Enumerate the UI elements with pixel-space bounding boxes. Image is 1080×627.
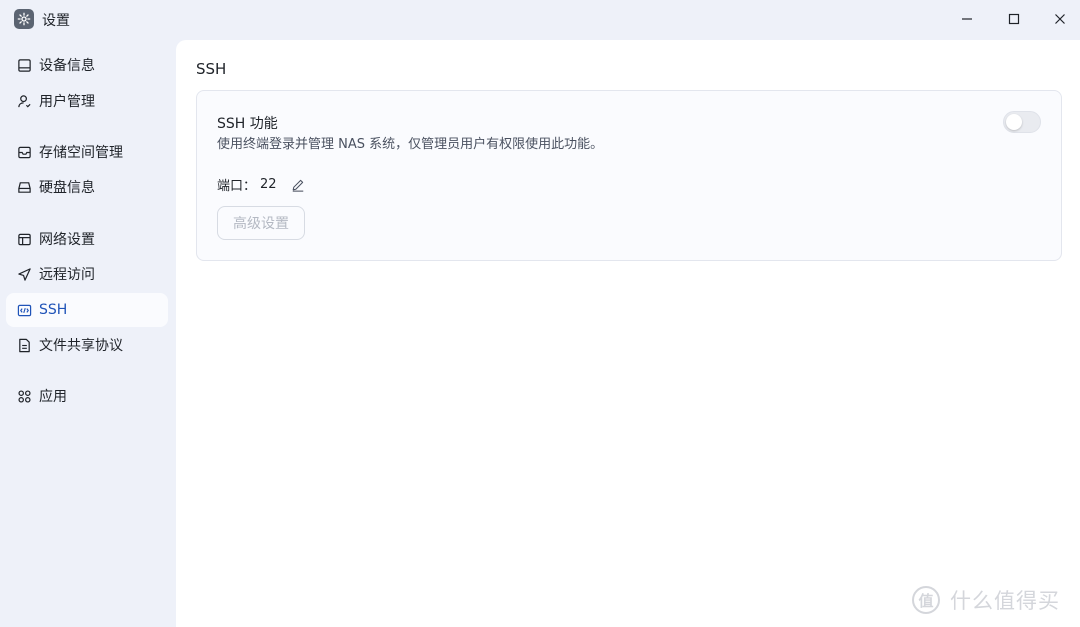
sidebar-item-disk-info[interactable]: 硬盘信息 xyxy=(6,170,168,204)
sidebar-item-file-sharing[interactable]: 文件共享协议 xyxy=(6,328,168,362)
send-icon xyxy=(16,266,32,282)
sidebar-item-label: 硬盘信息 xyxy=(39,180,95,196)
page-title: SSH xyxy=(196,60,227,78)
disk-icon xyxy=(16,179,32,195)
watermark-logo: 值 xyxy=(912,586,940,614)
sidebar-item-storage[interactable]: 存储空间管理 xyxy=(6,135,168,169)
port-label: 端口： xyxy=(217,179,257,194)
sidebar-item-label: 文件共享协议 xyxy=(39,338,123,354)
sidebar-item-device-info[interactable]: 设备信息 xyxy=(6,48,168,82)
ssh-feature-description: 使用终端登录并管理 NAS 系统，仅管理员用户有权限使用此功能。 xyxy=(217,137,604,152)
sidebar-item-ssh[interactable]: SSH xyxy=(6,293,168,327)
ssh-feature-title: SSH 功能 xyxy=(217,116,278,132)
ssh-toggle[interactable] xyxy=(1003,111,1041,133)
gear-icon xyxy=(14,9,34,29)
user-icon xyxy=(16,93,32,109)
edit-icon[interactable] xyxy=(291,178,305,192)
code-icon xyxy=(16,302,32,318)
sidebar-item-label: 应用 xyxy=(39,389,67,405)
title-bar: 设置 xyxy=(0,0,1080,40)
toggle-knob xyxy=(1006,114,1022,130)
port-row: 端口： 22 xyxy=(217,175,305,194)
sidebar-item-user-management[interactable]: 用户管理 xyxy=(6,84,168,118)
main-panel: SSH SSH 功能 使用终端登录并管理 NAS 系统，仅管理员用户有权限使用此… xyxy=(176,40,1080,627)
sidebar-item-apps[interactable]: 应用 xyxy=(6,379,168,413)
maximize-icon xyxy=(1008,13,1020,25)
storage-icon xyxy=(16,144,32,160)
advanced-settings-button[interactable]: 高级设置 xyxy=(217,206,305,240)
file-icon xyxy=(16,337,32,353)
watermark-text: 什么值得买 xyxy=(950,589,1060,613)
apps-icon xyxy=(16,388,32,404)
sidebar-item-label: 网络设置 xyxy=(39,232,95,248)
sidebar-item-label: 用户管理 xyxy=(39,94,95,110)
ssh-settings-card: SSH 功能 使用终端登录并管理 NAS 系统，仅管理员用户有权限使用此功能。 … xyxy=(196,90,1062,261)
sidebar-item-label: 存储空间管理 xyxy=(39,145,123,161)
sidebar: 设备信息 用户管理 存储空间管理 硬盘信息 网络设置 远程访问 SSH 文件共享… xyxy=(0,40,176,627)
sidebar-item-network[interactable]: 网络设置 xyxy=(6,222,168,256)
close-icon xyxy=(1055,14,1065,24)
sidebar-item-label: 设备信息 xyxy=(39,58,95,74)
watermark: 值 什么值得买 xyxy=(912,585,1060,615)
device-icon xyxy=(16,57,32,73)
window-title: 设置 xyxy=(42,13,70,29)
network-icon xyxy=(16,231,32,247)
port-value: 22 xyxy=(260,177,277,192)
minimize-button[interactable] xyxy=(952,6,982,32)
maximize-button[interactable] xyxy=(999,6,1029,32)
minimize-icon xyxy=(962,18,972,20)
close-button[interactable] xyxy=(1045,6,1075,32)
sidebar-item-label: SSH xyxy=(39,302,68,318)
sidebar-item-remote-access[interactable]: 远程访问 xyxy=(6,257,168,291)
sidebar-item-label: 远程访问 xyxy=(39,267,95,283)
